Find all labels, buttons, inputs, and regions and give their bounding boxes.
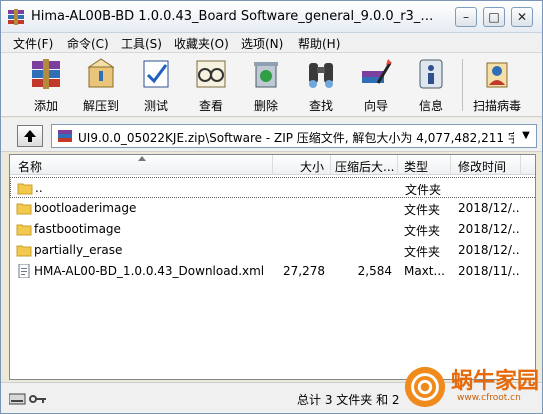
column-divider[interactable] <box>520 155 521 175</box>
delete-icon <box>254 62 278 88</box>
folder-icon <box>17 183 33 195</box>
zip-archive-icon <box>58 130 72 142</box>
column-divider[interactable] <box>272 155 273 175</box>
info-button[interactable]: 信息 <box>405 55 457 115</box>
file-type: Maxt... <box>404 264 445 278</box>
column-divider[interactable] <box>397 155 398 175</box>
menu-tools[interactable]: 工具(S) <box>121 35 162 52</box>
column-packed[interactable]: 压缩后大... <box>335 158 394 175</box>
list-header: 名称 大小 压缩后大... 类型 修改时间 <box>10 155 535 175</box>
minimize-button[interactable]: – <box>455 7 477 27</box>
menu-options[interactable]: 选项(N) <box>241 35 283 52</box>
watermark-url: www.cfroot.cn <box>457 393 521 403</box>
file-list[interactable]: 名称 大小 压缩后大... 类型 修改时间 .. 文件夹 bootloaderi… <box>9 154 536 380</box>
menu-file[interactable]: 文件(F) <box>13 35 53 52</box>
toolbar-separator <box>462 59 463 111</box>
maximize-button[interactable]: □ <box>483 7 505 27</box>
column-size[interactable]: 大小 <box>300 158 324 175</box>
column-modified[interactable]: 修改时间 <box>458 158 506 175</box>
file-type: 文件夹 <box>404 245 441 259</box>
info-label: 信息 <box>418 99 443 113</box>
view-label: 查看 <box>198 99 223 113</box>
test-button[interactable]: 测试 <box>130 55 182 115</box>
file-name: partially_erase <box>34 243 123 257</box>
test-icon <box>143 60 169 88</box>
table-row[interactable]: partially_erase 文件夹 2018/12/... <box>10 240 535 261</box>
wizard-icon <box>362 59 392 84</box>
column-divider[interactable] <box>450 155 451 175</box>
add-button[interactable]: 添加 <box>20 55 72 115</box>
folder-icon <box>16 224 32 236</box>
find-button[interactable]: 查找 <box>295 55 347 115</box>
menu-favorites[interactable]: 收藏夹(O) <box>174 35 229 52</box>
test-label: 测试 <box>143 99 168 113</box>
up-folder-button[interactable] <box>17 125 43 147</box>
file-type: 文件夹 <box>405 183 442 197</box>
file-size: 27,278 <box>283 264 325 278</box>
drive-key-icon <box>9 393 46 405</box>
file-modified: 2018/12/... <box>458 222 520 236</box>
window-title: Hima-AL00B-BD 1.0.0.43_Board Software_ge… <box>31 9 441 24</box>
virus-scan-label: 扫描病毒 <box>472 99 521 113</box>
path-combobox[interactable]: UI9.0.0_05022KJE.zip\Software - ZIP 压缩文件… <box>51 124 537 148</box>
find-icon <box>309 63 333 88</box>
table-row[interactable]: HMA-AL00-BD_1.0.0.43_Download.xml 27,278… <box>10 261 535 282</box>
file-modified: 2018/12/... <box>458 201 520 215</box>
watermark-brand: 蜗牛家园 <box>451 368 540 394</box>
file-name: bootloaderimage <box>34 201 137 215</box>
file-type: 文件夹 <box>404 224 441 238</box>
snail-logo-icon <box>404 366 446 408</box>
extract-to-button[interactable]: 解压到 <box>75 55 127 115</box>
address-bar: UI9.0.0_05022KJE.zip\Software - ZIP 压缩文件… <box>1 118 542 152</box>
winrar-app-icon <box>8 9 24 25</box>
xml-file-icon <box>18 264 30 278</box>
file-modified: 2018/11/... <box>458 264 520 278</box>
info-icon <box>419 59 443 89</box>
wizard-label: 向导 <box>363 99 388 113</box>
column-type[interactable]: 类型 <box>404 158 428 175</box>
column-divider[interactable] <box>330 155 331 175</box>
wizard-button[interactable]: 向导 <box>350 55 402 115</box>
extract-to-label: 解压到 <box>82 99 119 113</box>
file-name: HMA-AL00-BD_1.0.0.43_Download.xml <box>34 264 265 278</box>
delete-label: 删除 <box>253 99 278 113</box>
menu-bar: 文件(F) 命令(C) 工具(S) 收藏夹(O) 选项(N) 帮助(H) <box>1 33 542 53</box>
virus-scan-icon <box>486 62 508 88</box>
extract-to-icon <box>87 58 115 88</box>
view-icon <box>196 60 226 88</box>
menu-command[interactable]: 命令(C) <box>67 35 109 52</box>
add-label: 添加 <box>33 99 58 113</box>
column-name[interactable]: 名称 <box>18 158 42 175</box>
archive-path: UI9.0.0_05022KJE.zip\Software - ZIP 压缩文件… <box>78 131 514 145</box>
folder-icon <box>16 245 32 257</box>
path-dropdown-icon[interactable]: ▼ <box>518 126 534 146</box>
winrar-window: Hima-AL00B-BD 1.0.0.43_Board Software_ge… <box>0 0 543 414</box>
file-name: fastbootimage <box>34 222 121 236</box>
view-button[interactable]: 查看 <box>185 55 237 115</box>
close-button[interactable]: ✕ <box>511 7 533 27</box>
up-arrow-icon <box>24 130 36 142</box>
file-modified: 2018/12/... <box>458 243 520 257</box>
add-archive-icon <box>32 59 60 89</box>
file-name: .. <box>35 181 43 195</box>
toolbar: 添加 解压到 测试 查看 删除 查找 向导 信息 扫描病毒 <box>1 53 542 117</box>
menu-help[interactable]: 帮助(H) <box>298 35 340 52</box>
virus-scan-button[interactable]: 扫描病毒 <box>469 55 525 115</box>
sort-ascending-icon <box>138 156 146 161</box>
table-row[interactable]: .. 文件夹 <box>10 177 535 198</box>
title-bar[interactable]: Hima-AL00B-BD 1.0.0.43_Board Software_ge… <box>1 1 542 33</box>
delete-button[interactable]: 删除 <box>240 55 292 115</box>
table-row[interactable]: fastbootimage 文件夹 2018/12/... <box>10 219 535 240</box>
table-row[interactable]: bootloaderimage 文件夹 2018/12/... <box>10 198 535 219</box>
file-packed-size: 2,584 <box>357 264 392 278</box>
find-label: 查找 <box>308 99 333 113</box>
watermark-logo: 蜗牛家园 www.cfroot.cn <box>401 361 543 413</box>
folder-icon <box>16 203 32 215</box>
file-type: 文件夹 <box>404 203 441 217</box>
